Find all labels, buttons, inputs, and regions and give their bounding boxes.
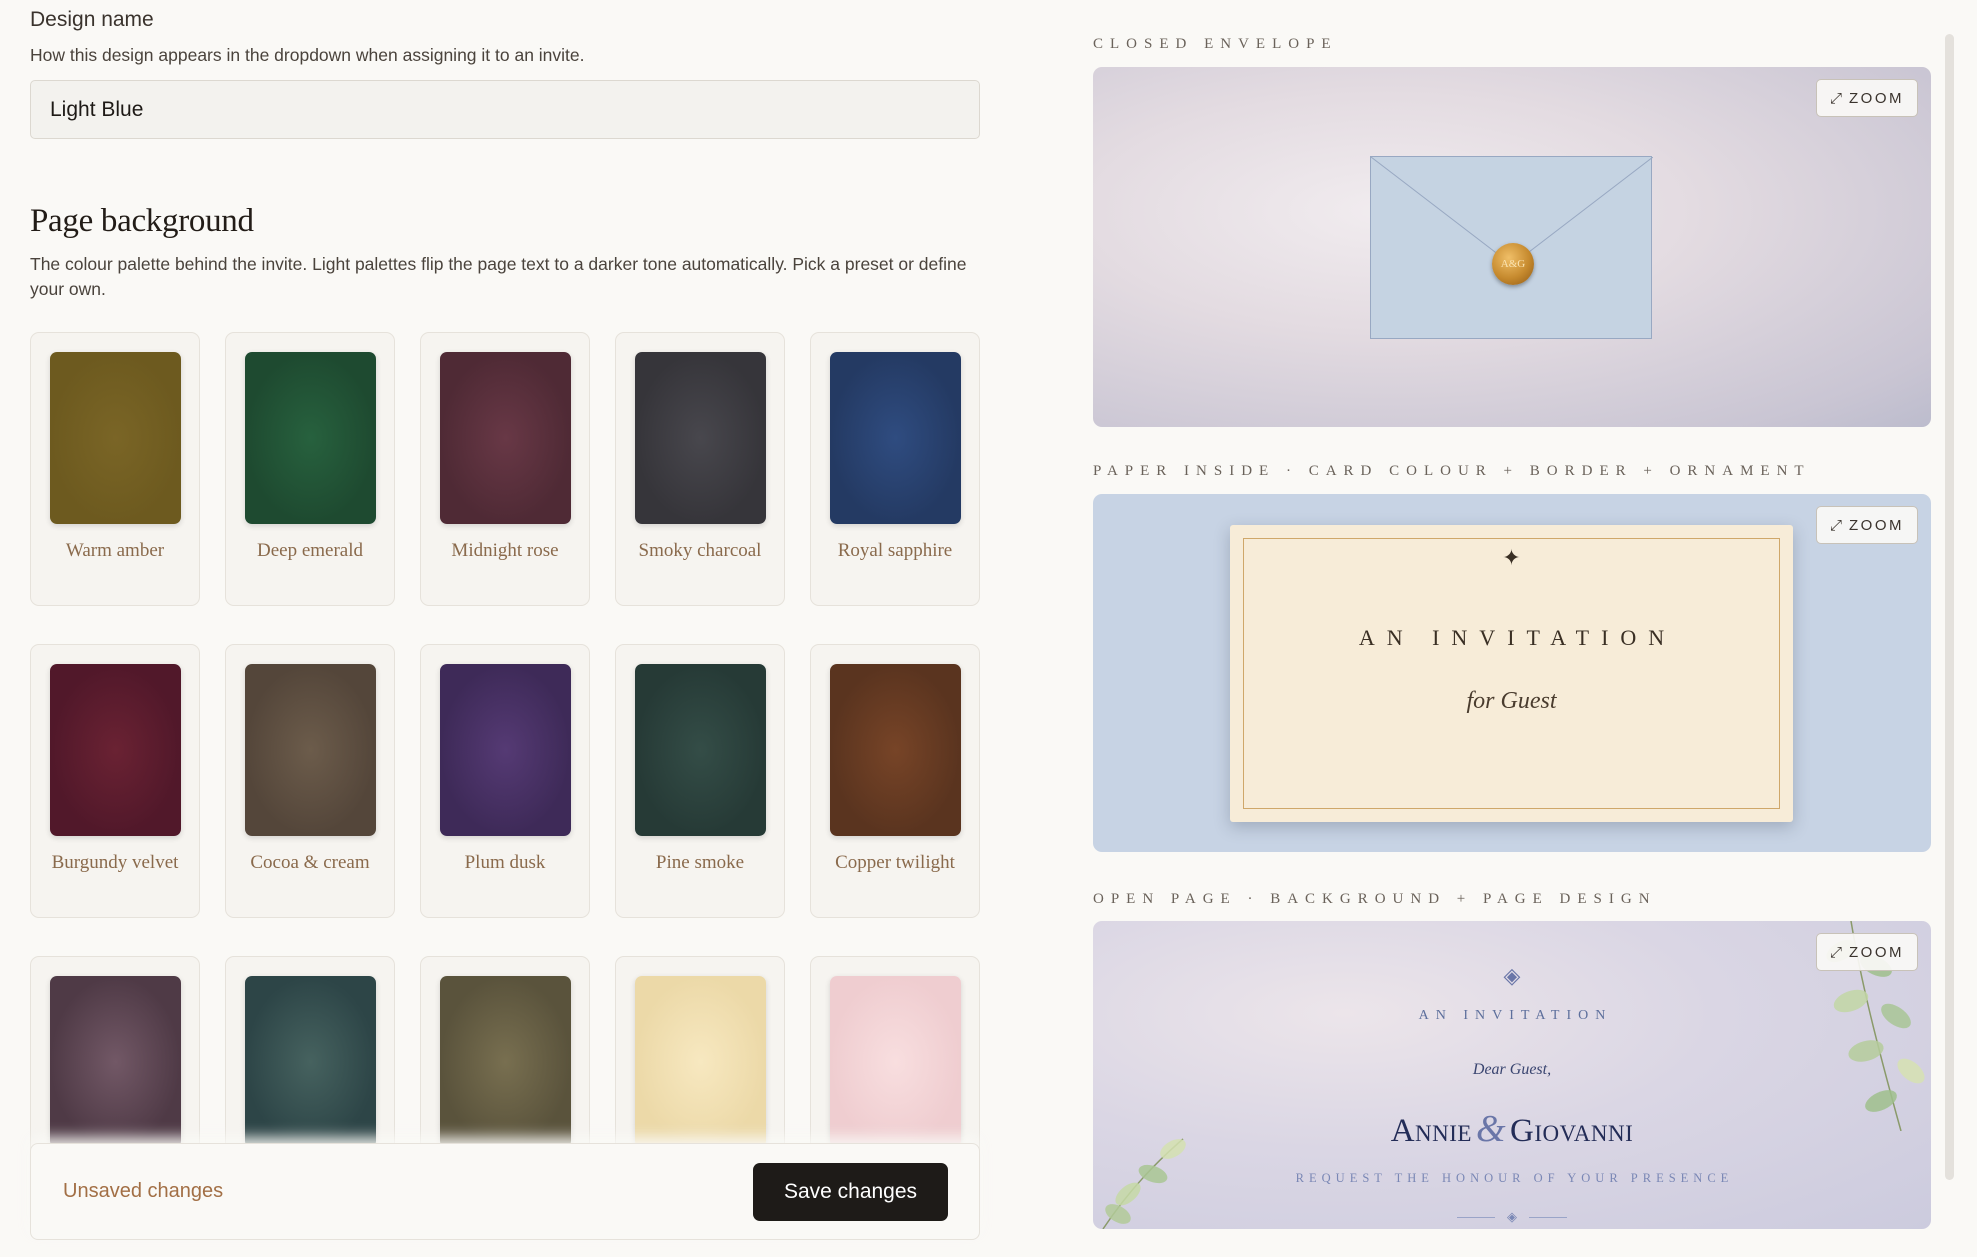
palette-tile-cocoa-cream[interactable]: Cocoa & cream xyxy=(225,644,395,918)
palette-swatch xyxy=(245,352,376,524)
palette-tile-warm-amber[interactable]: Warm amber xyxy=(30,332,200,606)
zoom-label: ZOOM xyxy=(1849,943,1904,961)
palette-label: Smoky charcoal xyxy=(638,540,762,561)
expand-icon: ⤢ xyxy=(1829,943,1842,961)
couple-names: Annie & Giovanni xyxy=(1093,1107,1931,1151)
save-changes-button[interactable]: Save changes xyxy=(753,1163,948,1221)
palette-label: Burgundy velvet xyxy=(51,852,179,873)
request-line: REQUEST THE HONOUR OF YOUR PRESENCE xyxy=(1295,1171,1734,1185)
zoom-label: ZOOM xyxy=(1849,516,1904,534)
card-border xyxy=(1243,538,1780,809)
palette-tile-royal-sapphire[interactable]: Royal sapphire xyxy=(810,332,980,606)
design-name-label: Design name xyxy=(30,8,154,31)
expand-icon: ⤢ xyxy=(1829,89,1842,107)
closed-envelope-label: CLOSED ENVELOPE xyxy=(1093,36,1338,52)
design-name-input[interactable] xyxy=(30,80,980,139)
palette-swatch xyxy=(440,664,571,836)
palette-tile-plum-dusk[interactable]: Plum dusk xyxy=(420,644,590,918)
save-bar: Unsaved changes Save changes xyxy=(30,1143,980,1240)
paper-inside-label: PAPER INSIDE · CARD COLOUR + BORDER + OR… xyxy=(1093,463,1811,479)
palette-tile-deep-emerald[interactable]: Deep emerald xyxy=(225,332,395,606)
scrollbar-thumb[interactable] xyxy=(1945,34,1954,1180)
zoom-button-paper[interactable]: ⤢ ZOOM xyxy=(1815,506,1918,544)
palette-tile-pine-smoke[interactable]: Pine smoke xyxy=(615,644,785,918)
palette-label: Copper twilight xyxy=(835,852,955,873)
open-page-greeting: Dear Guest, xyxy=(1472,1061,1552,1078)
palette-label: Pine smoke xyxy=(655,852,745,873)
name-two: Giovanni xyxy=(1510,1113,1634,1149)
preview-column: CLOSED ENVELOPE A&G ⤢ ZOOM PAPER INSIDE ·… xyxy=(1093,0,1933,1257)
closed-envelope-preview: A&G ⤢ ZOOM xyxy=(1093,67,1931,427)
zoom-label: ZOOM xyxy=(1849,89,1904,107)
page-background-title: Page background xyxy=(30,203,254,239)
palette-tile-burgundy-velvet[interactable]: Burgundy velvet xyxy=(30,644,200,918)
card-guest-line: for Guest xyxy=(1466,688,1557,714)
palette-tile-smoky-charcoal[interactable]: Smoky charcoal xyxy=(615,332,785,606)
palette-label: Deep emerald xyxy=(256,540,364,561)
palette-swatch xyxy=(50,976,181,1148)
palette-label: Royal sapphire xyxy=(837,540,953,561)
page-background-help: The colour palette behind the invite. Li… xyxy=(30,254,967,299)
palette-swatch xyxy=(50,352,181,524)
open-page-label: OPEN PAGE · BACKGROUND + PAGE DESIGN xyxy=(1093,891,1657,907)
wax-seal-icon: A&G xyxy=(1492,243,1534,285)
palette-swatch xyxy=(830,664,961,836)
palette-swatch xyxy=(635,976,766,1148)
diamond-ornament-icon: ◈ xyxy=(1503,963,1521,988)
palette-swatch xyxy=(830,976,961,1148)
palette-swatch xyxy=(50,664,181,836)
palette-swatch xyxy=(245,664,376,836)
palette-label: Plum dusk xyxy=(464,852,546,873)
palette-swatch xyxy=(635,352,766,524)
design-editor-panel: Design name How this design appears in t… xyxy=(30,0,980,1257)
design-name-help: How this design appears in the dropdown … xyxy=(30,45,585,65)
palette-swatch xyxy=(635,664,766,836)
sparkle-ornament-icon: ✦ xyxy=(1502,545,1521,570)
palette-grid: Warm amber Deep emerald Midnight rose Sm… xyxy=(30,332,980,1257)
open-page-preview: ◈ AN INVITATION Dear Guest, Annie & Giovan… xyxy=(1093,921,1931,1229)
card-title: AN INVITATION xyxy=(1358,625,1677,650)
palette-swatch xyxy=(245,976,376,1148)
palette-swatch xyxy=(440,976,571,1148)
palette-tile-copper-twilight[interactable]: Copper twilight xyxy=(810,644,980,918)
expand-icon: ⤢ xyxy=(1829,516,1842,534)
palette-tile-midnight-rose[interactable]: Midnight rose xyxy=(420,332,590,606)
unsaved-status: Unsaved changes xyxy=(63,1180,224,1202)
zoom-button-open-page[interactable]: ⤢ ZOOM xyxy=(1815,933,1918,971)
envelope: A&G xyxy=(1370,156,1653,339)
zoom-button-envelope[interactable]: ⤢ ZOOM xyxy=(1815,79,1918,117)
name-one: Annie xyxy=(1390,1113,1472,1149)
palette-label: Midnight rose xyxy=(451,540,559,561)
invitation-card: ✦ AN INVITATION for Guest xyxy=(1230,525,1793,822)
palette-swatch xyxy=(830,352,961,524)
ampersand: & xyxy=(1475,1108,1507,1150)
palette-label: Warm amber xyxy=(65,540,165,561)
palette-label: Cocoa & cream xyxy=(250,852,370,873)
divider-ornament-icon: ◈ xyxy=(1093,1209,1931,1225)
palette-swatch xyxy=(440,352,571,524)
seal-monogram: A&G xyxy=(1500,258,1526,270)
paper-inside-preview: ✦ AN INVITATION for Guest ⤢ ZOOM xyxy=(1093,494,1931,852)
open-page-invitation: AN INVITATION xyxy=(1418,1008,1613,1023)
preview-scrollbar[interactable] xyxy=(1945,34,1954,1180)
